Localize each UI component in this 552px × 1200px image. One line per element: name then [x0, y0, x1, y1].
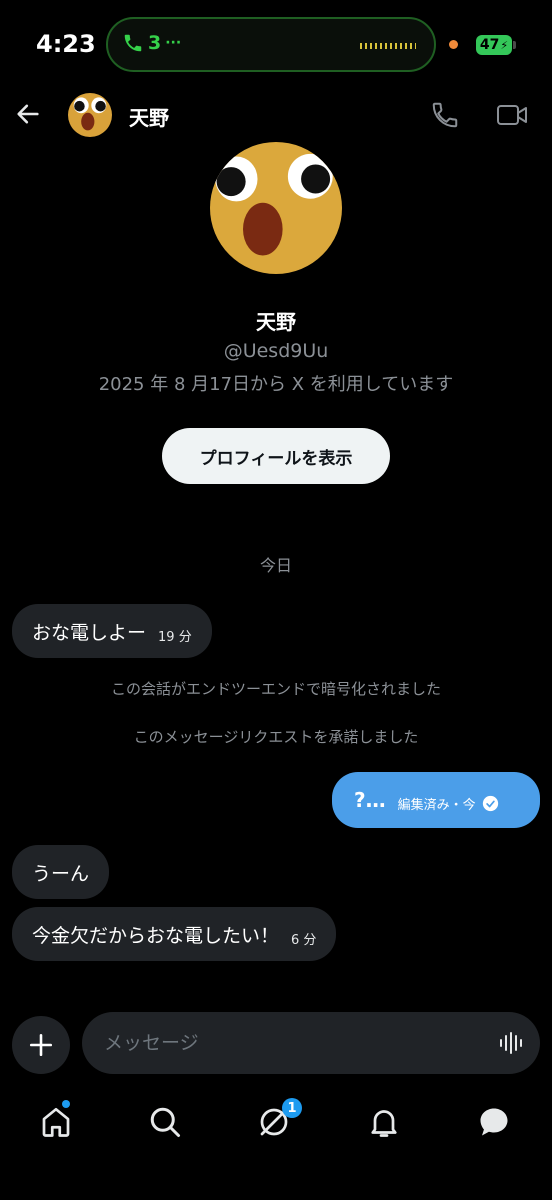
incoming-message[interactable]: うーん — [12, 845, 110, 899]
view-profile-button[interactable]: プロフィールを表示 — [162, 428, 390, 484]
notifications-bell-icon[interactable] — [366, 1104, 402, 1140]
call-count: 3 — [148, 32, 162, 54]
add-attachment-button[interactable] — [12, 1016, 70, 1074]
status-bar: 4:23 3 ··· 47 ⚡ — [0, 0, 552, 90]
search-icon[interactable] — [147, 1104, 183, 1140]
conversation-header: 天野 — [0, 90, 552, 142]
message-time: 19 分 — [158, 629, 192, 645]
message-time: 6 分 — [291, 932, 317, 948]
video-call-icon[interactable] — [496, 102, 528, 128]
profile-joined-date: 2025 年 8 月17日から X を利用しています — [98, 374, 454, 395]
message-text: おな電しよー — [32, 621, 147, 644]
outgoing-message[interactable]: ?… 編集済み・今 — [332, 772, 540, 828]
profile-avatar[interactable] — [210, 142, 342, 274]
message-text: うーん — [32, 862, 90, 885]
mic-in-use-indicator — [449, 40, 458, 49]
audio-wave-icon — [360, 43, 416, 49]
home-icon[interactable] — [38, 1104, 74, 1140]
header-name[interactable]: 天野 — [129, 102, 169, 131]
home-unread-dot — [62, 1100, 70, 1108]
phone-icon[interactable] — [430, 100, 460, 130]
call-dots: ··· — [165, 35, 182, 51]
battery-tip — [513, 41, 516, 49]
date-separator: 今日 — [259, 556, 292, 575]
incoming-message[interactable]: 今金欠だからおな電したい！ 6 分 — [12, 907, 337, 961]
active-call-indicator[interactable]: 3 ··· — [122, 32, 181, 54]
messages-icon[interactable] — [476, 1104, 512, 1140]
bottom-tab-bar: 1 — [0, 1090, 552, 1200]
back-arrow-icon[interactable] — [14, 100, 42, 128]
battery-indicator: 47 ⚡ — [476, 35, 512, 55]
message-text: 今金欠だからおな電したい！ — [32, 924, 280, 947]
edited-status: 編集済み・今 — [397, 797, 476, 813]
battery-level: 47 — [479, 37, 500, 53]
system-message-request-accepted: このメッセージリクエストを承諾しました — [133, 728, 419, 746]
status-time: 4:23 — [36, 30, 96, 58]
charging-bolt-icon: ⚡ — [500, 38, 509, 52]
plus-icon — [29, 1033, 53, 1057]
phone-call-icon — [124, 34, 142, 52]
system-message-encrypted: この会話がエンドツーエンドで暗号化されました — [110, 680, 441, 698]
grok-badge: 1 — [282, 1098, 302, 1118]
dynamic-island[interactable]: 3 ··· — [106, 17, 436, 72]
message-composer — [82, 1012, 540, 1074]
incoming-message[interactable]: おな電しよー 19 分 — [12, 604, 212, 658]
voice-message-icon[interactable] — [498, 1030, 524, 1056]
message-input[interactable] — [104, 1026, 484, 1060]
read-receipt-icon — [482, 795, 498, 811]
header-avatar[interactable] — [68, 93, 112, 137]
profile-name: 天野 — [256, 310, 296, 334]
profile-handle: @Uesd9Uu — [223, 340, 329, 362]
avatar-face-image — [68, 93, 112, 137]
message-text: ?… — [354, 788, 386, 812]
profile-face-image — [210, 142, 342, 274]
